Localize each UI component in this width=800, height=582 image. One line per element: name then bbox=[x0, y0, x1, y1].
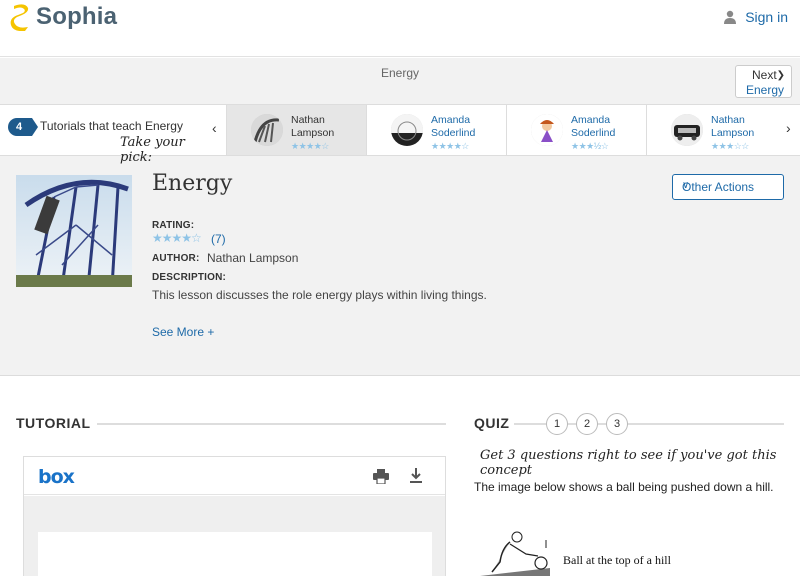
rating-count[interactable]: (7) bbox=[211, 232, 226, 246]
tutorial-section-title: TUTORIAL bbox=[16, 415, 91, 431]
tutorial-card[interactable]: Nathan Lampson ★★★☆☆ bbox=[646, 105, 786, 155]
document-viewer: box bbox=[23, 456, 446, 582]
lesson-thumbnail bbox=[16, 175, 132, 287]
print-icon[interactable] bbox=[373, 469, 389, 484]
ball-on-hill-illustration bbox=[480, 531, 550, 576]
section-divider bbox=[97, 423, 446, 425]
illustration-caption: Ball at the top of a hill bbox=[563, 553, 671, 567]
chevron-right-icon: ❯ bbox=[776, 70, 785, 81]
chevron-down-icon: ∨ bbox=[682, 180, 690, 191]
chevron-right-icon[interactable]: › bbox=[786, 120, 791, 136]
sign-in-label: Sign in bbox=[745, 9, 788, 25]
tutorial-rating-stars: ★★★☆☆ bbox=[711, 141, 749, 151]
lesson-title: Energy bbox=[152, 171, 233, 196]
tutorial-author: Amanda Soderlind bbox=[431, 114, 476, 139]
box-logo: box bbox=[38, 466, 75, 488]
author-avatar bbox=[251, 114, 283, 146]
sophia-logo-icon bbox=[10, 4, 29, 31]
description-label: DESCRIPTION: bbox=[152, 272, 227, 283]
tutorials-strip: 4 Tutorials that teach Energy Take your … bbox=[0, 104, 800, 165]
concept-panel: Energy Next ❯ Energy 4 Tutorials that te… bbox=[0, 58, 800, 376]
tutorial-author: Amanda Soderlind bbox=[571, 114, 616, 139]
tutorial-count-badge: 4 bbox=[10, 118, 28, 136]
tutorial-author: Nathan Lampson bbox=[291, 114, 335, 139]
next-concept-name: Energy bbox=[745, 83, 784, 97]
author-label: AUTHOR: bbox=[152, 253, 200, 264]
author-avatar bbox=[391, 114, 423, 146]
logo-text: Sophia bbox=[36, 3, 118, 30]
tutorial-rating-stars: ★★★½☆ bbox=[571, 141, 609, 151]
take-your-pick-text: Take your pick: bbox=[120, 135, 185, 165]
author-avatar bbox=[531, 114, 563, 146]
quiz-question-2[interactable]: 2 bbox=[576, 413, 598, 435]
viewer-canvas bbox=[24, 496, 445, 582]
tutorial-card[interactable]: Nathan Lampson ★★★★☆ bbox=[226, 105, 366, 155]
tutorial-author: Nathan Lampson bbox=[711, 114, 755, 139]
next-concept-button[interactable]: Next ❯ Energy bbox=[735, 65, 792, 98]
see-more-link[interactable]: See More + bbox=[152, 325, 214, 339]
chevron-left-icon[interactable]: ‹ bbox=[212, 120, 217, 136]
author-name: Nathan Lampson bbox=[207, 251, 299, 265]
quiz-hint: Get 3 questions right to see if you've g… bbox=[480, 448, 777, 478]
quiz-question-1[interactable]: 1 bbox=[546, 413, 568, 435]
description-text: This lesson discusses the role energy pl… bbox=[152, 288, 487, 302]
sophia-logo[interactable]: Sophia bbox=[10, 3, 117, 31]
tutorial-rating-stars: ★★★★☆ bbox=[291, 141, 329, 151]
tutorial-rating-stars: ★★★★☆ bbox=[431, 141, 469, 151]
rating-label: RATING: bbox=[152, 220, 195, 231]
tutorials-intro: 4 Tutorials that teach Energy Take your … bbox=[0, 105, 210, 165]
document-page bbox=[38, 532, 432, 582]
download-icon[interactable] bbox=[409, 468, 423, 484]
viewer-toolbar: box bbox=[24, 457, 445, 495]
user-icon bbox=[724, 10, 737, 24]
tutorial-card[interactable]: Amanda Soderlind ★★★★☆ bbox=[366, 105, 506, 155]
rating-stars: ★★★★☆ bbox=[152, 231, 202, 245]
concept-title: Energy bbox=[380, 66, 420, 80]
other-actions-dropdown[interactable]: Other Actions ∨ bbox=[672, 174, 784, 200]
sign-in-link[interactable]: Sign in bbox=[723, 9, 788, 25]
quiz-section-title: QUIZ bbox=[474, 415, 510, 431]
site-header: Sophia Sign in bbox=[0, 0, 800, 57]
quiz-question-text: The image below shows a ball being pushe… bbox=[474, 480, 774, 494]
next-label: Next bbox=[752, 68, 777, 82]
tutorial-card[interactable]: Amanda Soderlind ★★★½☆ bbox=[506, 105, 646, 155]
tutorials-intro-text: Tutorials that teach Energy bbox=[40, 119, 183, 133]
author-avatar bbox=[671, 114, 703, 146]
quiz-question-3[interactable]: 3 bbox=[606, 413, 628, 435]
